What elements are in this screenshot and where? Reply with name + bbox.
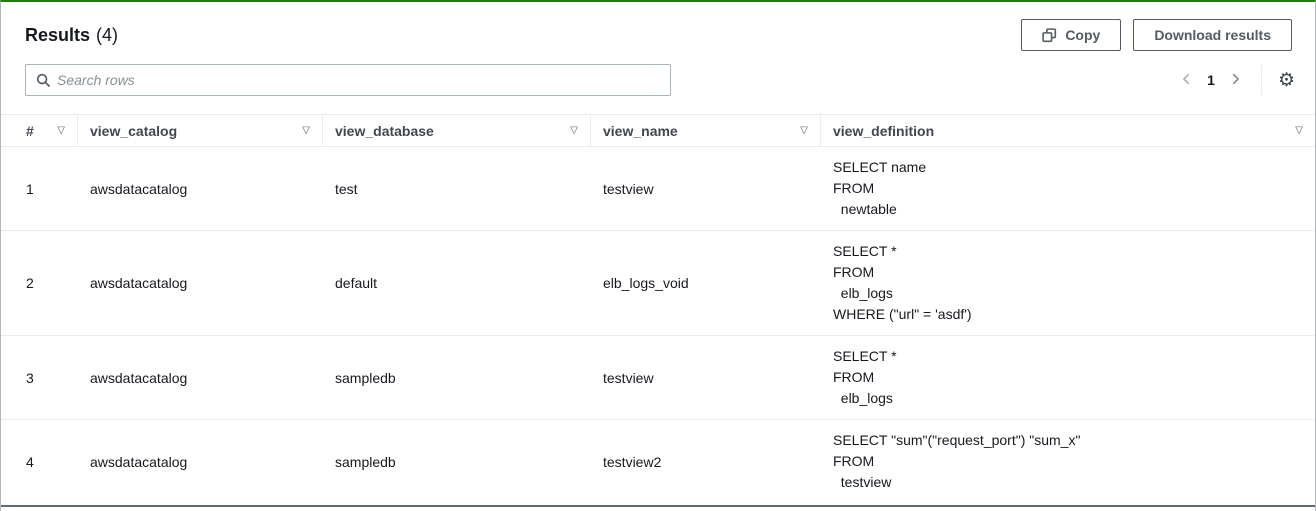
filter-num-button[interactable]: ▽ bbox=[57, 126, 65, 136]
filter-view-name-button[interactable]: ▽ bbox=[800, 126, 808, 136]
cell-view-catalog: awsdatacatalog bbox=[78, 454, 323, 470]
cell-num: 3 bbox=[1, 370, 78, 386]
cell-view-definition: SELECT name FROM newtable bbox=[821, 147, 1315, 230]
results-count: (4) bbox=[96, 25, 118, 45]
column-header-view-catalog-label: view_catalog bbox=[90, 123, 177, 139]
filter-view-definition-button[interactable]: ▽ bbox=[1295, 126, 1303, 136]
column-header-view-name-label: view_name bbox=[603, 123, 678, 139]
previous-page-button[interactable] bbox=[1175, 68, 1199, 92]
column-header-view-database: view_database ▽ bbox=[323, 115, 591, 146]
copy-icon bbox=[1042, 28, 1057, 43]
filter-icon: ▽ bbox=[570, 125, 578, 136]
next-page-button[interactable] bbox=[1223, 68, 1247, 92]
column-header-num: # ▽ bbox=[1, 115, 78, 146]
column-header-view-name: view_name ▽ bbox=[591, 115, 821, 146]
download-results-button[interactable]: Download results bbox=[1133, 19, 1292, 51]
header-actions: Copy Download results bbox=[1021, 19, 1292, 51]
cell-num: 1 bbox=[1, 181, 78, 197]
copy-button[interactable]: Copy bbox=[1021, 19, 1121, 51]
results-panel: Results (4) Copy Download results bbox=[0, 0, 1316, 511]
table-row: 4 awsdatacatalog sampledb testview2 SELE… bbox=[1, 420, 1315, 503]
column-header-view-definition: view_definition ▽ bbox=[821, 115, 1315, 146]
search-box[interactable] bbox=[25, 64, 671, 96]
cell-view-catalog: awsdatacatalog bbox=[78, 370, 323, 386]
cell-num: 4 bbox=[1, 454, 78, 470]
search-input[interactable] bbox=[57, 65, 662, 95]
results-table: # ▽ view_catalog ▽ view_database ▽ view_… bbox=[1, 114, 1315, 503]
panel-resize-divider[interactable] bbox=[1, 505, 1315, 507]
current-page-number: 1 bbox=[1203, 72, 1219, 88]
cell-view-database: default bbox=[323, 275, 591, 291]
column-header-view-definition-label: view_definition bbox=[833, 123, 934, 139]
filter-icon: ▽ bbox=[800, 125, 808, 136]
cell-view-name: testview2 bbox=[591, 454, 821, 470]
cell-view-catalog: awsdatacatalog bbox=[78, 275, 323, 291]
filter-view-database-button[interactable]: ▽ bbox=[570, 126, 578, 136]
table-header-row: # ▽ view_catalog ▽ view_database ▽ view_… bbox=[1, 114, 1315, 147]
cell-view-definition: SELECT * FROM elb_logs bbox=[821, 336, 1315, 419]
settings-button[interactable]: ⚙ bbox=[1276, 71, 1297, 90]
chevron-right-icon bbox=[1228, 72, 1242, 89]
pagination: 1 ⚙ bbox=[1175, 65, 1297, 95]
cell-view-name: testview bbox=[591, 370, 821, 386]
results-toolbar: 1 ⚙ bbox=[1, 51, 1315, 96]
gear-icon: ⚙ bbox=[1278, 70, 1295, 91]
cell-view-database: sampledb bbox=[323, 454, 591, 470]
filter-icon: ▽ bbox=[302, 125, 310, 136]
copy-button-label: Copy bbox=[1065, 27, 1100, 43]
table-row: 3 awsdatacatalog sampledb testview SELEC… bbox=[1, 336, 1315, 420]
filter-icon: ▽ bbox=[57, 125, 65, 136]
column-header-num-label: # bbox=[26, 123, 34, 139]
cell-view-name: elb_logs_void bbox=[591, 275, 821, 291]
page-title: Results (4) bbox=[25, 25, 118, 46]
table-row: 1 awsdatacatalog test testview SELECT na… bbox=[1, 147, 1315, 231]
cell-view-database: test bbox=[323, 181, 591, 197]
column-header-view-catalog: view_catalog ▽ bbox=[78, 115, 323, 146]
cell-view-catalog: awsdatacatalog bbox=[78, 181, 323, 197]
search-icon bbox=[34, 73, 57, 88]
column-header-view-database-label: view_database bbox=[335, 123, 434, 139]
cell-view-database: sampledb bbox=[323, 370, 591, 386]
table-row: 2 awsdatacatalog default elb_logs_void S… bbox=[1, 231, 1315, 336]
chevron-left-icon bbox=[1180, 72, 1194, 89]
results-title-text: Results bbox=[25, 25, 90, 45]
cell-view-name: testview bbox=[591, 181, 821, 197]
filter-view-catalog-button[interactable]: ▽ bbox=[302, 126, 310, 136]
download-results-button-label: Download results bbox=[1154, 27, 1271, 43]
toolbar-divider bbox=[1261, 65, 1262, 95]
cell-view-definition: SELECT * FROM elb_logs WHERE ("url" = 'a… bbox=[821, 231, 1315, 335]
cell-view-definition: SELECT "sum"("request_port") "sum_x" FRO… bbox=[821, 420, 1315, 503]
filter-icon: ▽ bbox=[1295, 125, 1303, 136]
cell-num: 2 bbox=[1, 275, 78, 291]
results-header: Results (4) Copy Download results bbox=[1, 2, 1315, 51]
